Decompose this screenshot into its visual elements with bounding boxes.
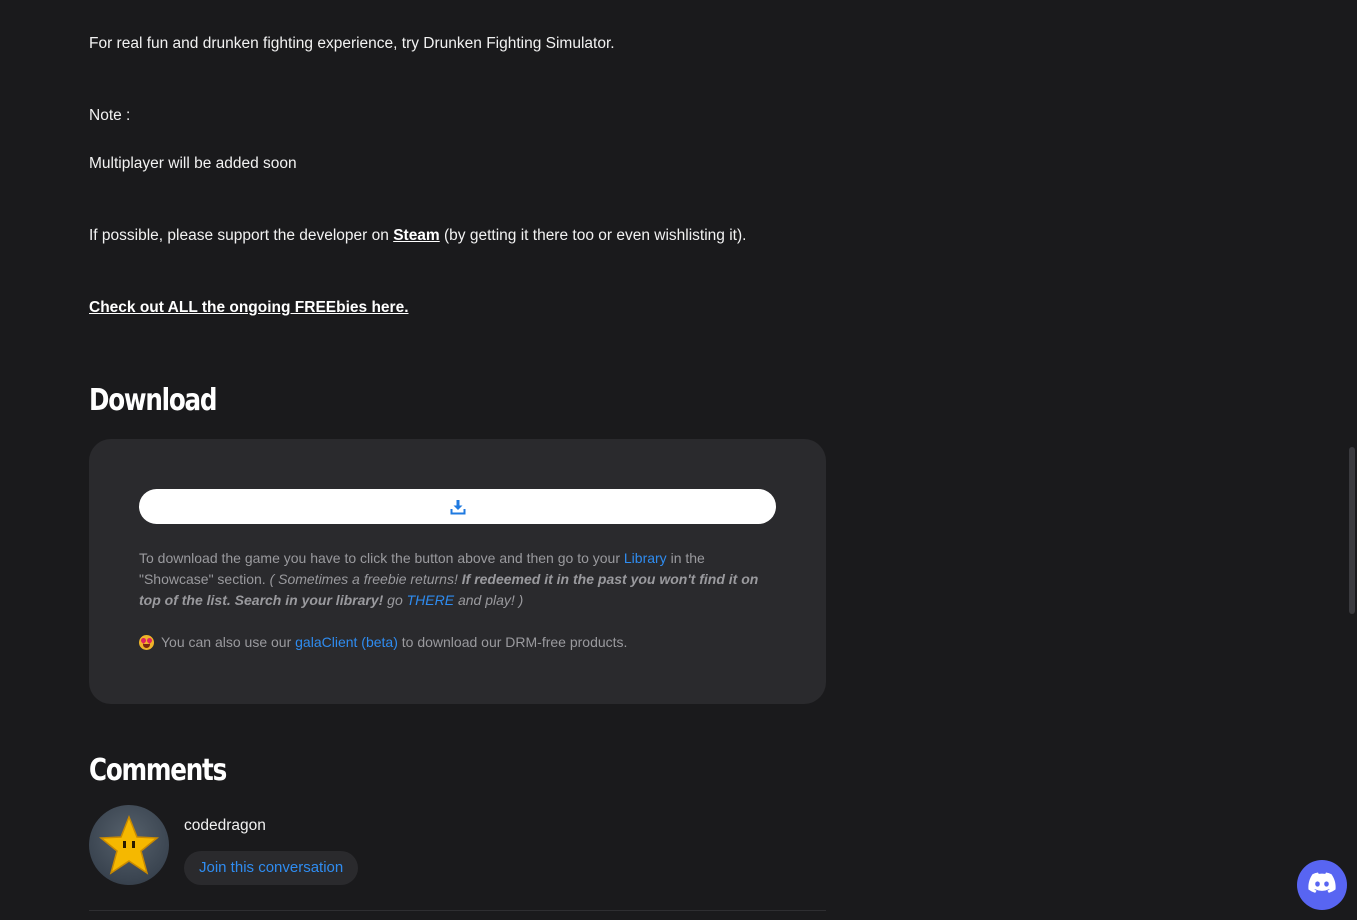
freebies-link[interactable]: Check out ALL the ongoing FREEbies here. [89, 299, 409, 316]
star-struck-emoji-icon [139, 634, 154, 650]
note-label: Note : [89, 106, 130, 126]
comments-heading: Comments [89, 753, 227, 788]
note-paragraph: Multiplayer will be added soon [89, 154, 297, 174]
discord-icon [1308, 872, 1336, 899]
note-label-text: Note : [89, 107, 131, 124]
join-conversation-button[interactable]: Join this conversation [184, 851, 359, 885]
download-instructions: To download the game you have to click t… [139, 548, 769, 611]
steam-link[interactable]: Steam [393, 227, 440, 244]
galaclient-link[interactable]: galaClient (beta) [295, 632, 398, 652]
client-prefix: You can also use our [161, 634, 292, 650]
support-paragraph: If possible, please support the develope… [89, 226, 746, 246]
instructions-text-1: To download the game you have to click t… [139, 550, 624, 566]
note-text: Multiplayer will be added soon [89, 155, 297, 172]
galaclient-line: You can also use our galaClient (beta) t… [139, 632, 627, 652]
discord-button[interactable] [1297, 860, 1347, 910]
client-suffix: to download our DRM-free products. [401, 634, 628, 650]
comment-username[interactable]: codedragon [184, 817, 266, 835]
instructions-italic-1: ( Sometimes a freebie returns! [269, 571, 462, 587]
download-icon [450, 499, 466, 515]
page-scrollbar[interactable] [1349, 447, 1355, 614]
support-suffix: (by getting it there too or even wishlis… [439, 227, 747, 244]
description-text: For real fun and drunken fighting experi… [89, 35, 615, 52]
library-link[interactable]: Library [624, 550, 667, 566]
instructions-italic-3: and play! ) [454, 592, 524, 608]
comments-divider [89, 910, 826, 911]
star-avatar-icon [99, 814, 159, 875]
instructions-italic-2: go [383, 592, 407, 608]
download-button[interactable] [139, 489, 776, 524]
there-link[interactable]: THERE [407, 592, 454, 608]
description-paragraph: For real fun and drunken fighting experi… [89, 34, 615, 54]
avatar [89, 805, 169, 885]
support-prefix: If possible, please support the develope… [89, 227, 394, 244]
download-panel: To download the game you have to click t… [89, 439, 826, 704]
download-heading: Download [89, 383, 217, 418]
freebies-paragraph: Check out ALL the ongoing FREEbies here. [89, 298, 409, 318]
